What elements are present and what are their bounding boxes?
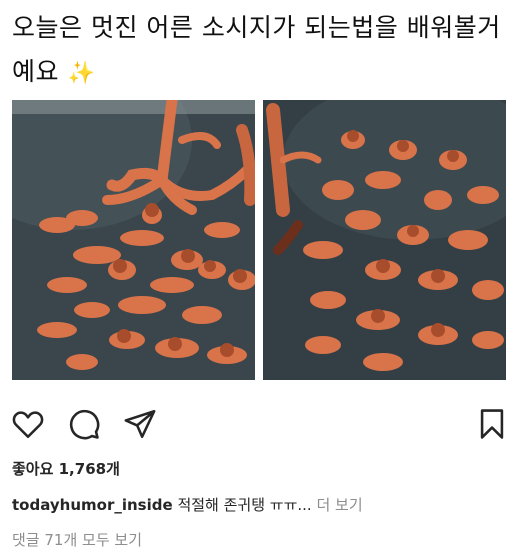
like-button[interactable]	[8, 402, 48, 446]
post-caption: 오늘은 멋진 어른 소시지가 되는법을 배워볼거예요 ✨	[12, 6, 512, 96]
share-button[interactable]	[120, 402, 160, 446]
likes-count[interactable]: 좋아요 1,768개	[12, 458, 120, 479]
top-comment: todayhumor_inside 적절해 존귀탱 ㅠㅠ... 더 보기	[12, 494, 363, 515]
photo-frying-pan-right[interactable]	[263, 100, 506, 380]
more-link[interactable]: 더 보기	[316, 496, 362, 514]
comment-icon	[69, 409, 100, 440]
photo-frying-pan-left[interactable]	[12, 100, 255, 380]
comment-text: 적절해 존귀탱 ㅠㅠ...	[177, 496, 312, 514]
view-all-comments-link[interactable]: 댓글 71개 모두 보기	[12, 529, 142, 550]
bookmark-icon	[480, 409, 504, 439]
paper-plane-icon	[124, 409, 156, 439]
post-action-bar	[0, 402, 524, 446]
save-button[interactable]	[472, 402, 512, 446]
heart-icon	[12, 411, 44, 439]
comment-username[interactable]: todayhumor_inside	[12, 496, 173, 514]
post-images[interactable]	[12, 100, 506, 380]
comment-button[interactable]	[64, 402, 104, 446]
sparkles-emoji: ✨	[67, 61, 96, 86]
